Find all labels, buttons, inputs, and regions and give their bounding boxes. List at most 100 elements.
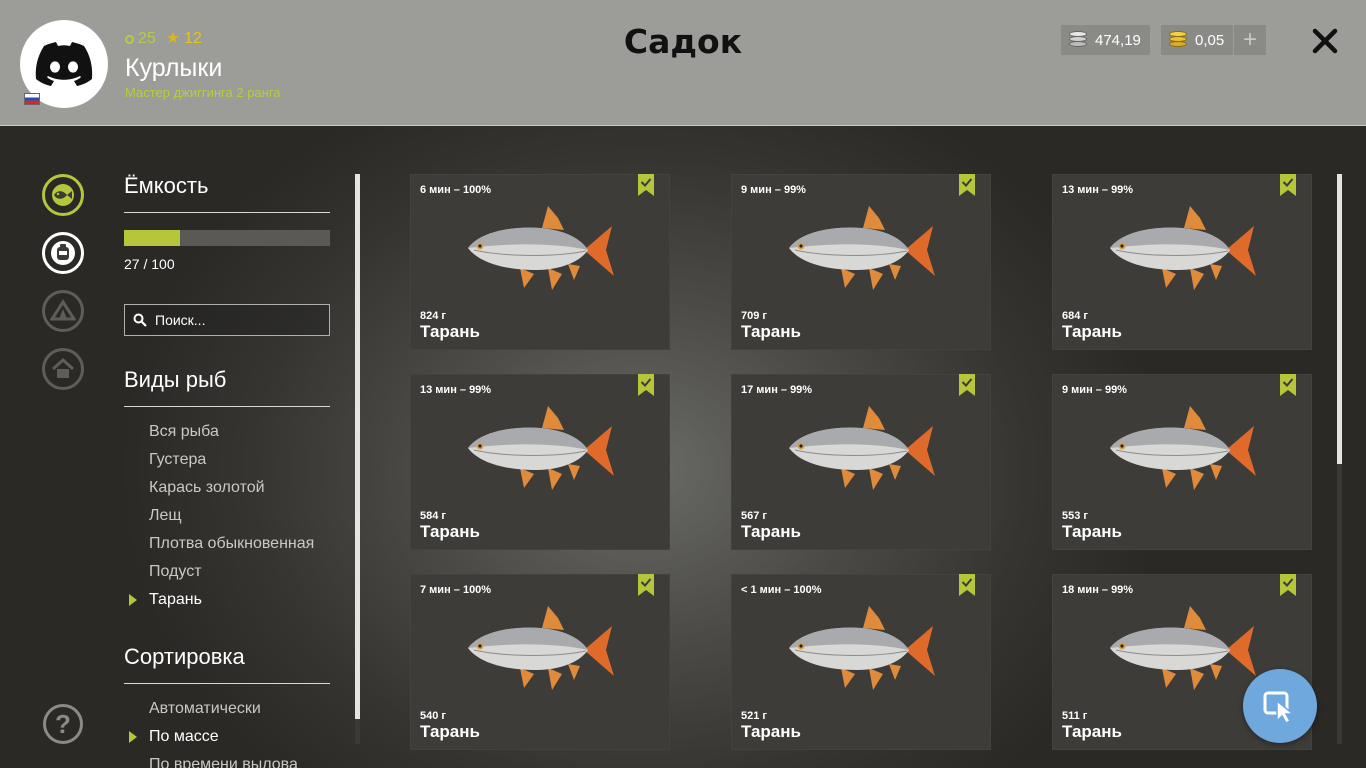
search-icon <box>133 313 147 327</box>
silver-coins-icon <box>1069 31 1087 49</box>
fish-image-icon <box>781 404 941 494</box>
fish-catch-time: 9 мин – 99% <box>1062 384 1127 396</box>
bookmark-check-icon[interactable] <box>959 574 975 596</box>
nav-house-button[interactable] <box>42 348 84 390</box>
nav-backpack-button[interactable] <box>42 232 84 274</box>
add-currency-button[interactable]: + <box>1234 25 1266 55</box>
fish-image-icon <box>1102 204 1262 294</box>
sorting-divider <box>124 683 330 684</box>
fish-name: Тарань <box>1062 522 1122 541</box>
search-box[interactable] <box>124 304 330 336</box>
fish-name: Тарань <box>741 722 801 741</box>
sorting-item[interactable]: По времени вылова <box>149 754 298 768</box>
fish-icon <box>52 184 74 206</box>
fish-name: Тарань <box>420 722 480 741</box>
fish-weight: 511 г <box>1062 710 1088 722</box>
fish-card[interactable]: 13 мин – 99% 684 г Тарань <box>1052 174 1312 350</box>
fish-name: Тарань <box>741 322 801 341</box>
capacity-label: 27 / 100 <box>124 256 175 272</box>
capacity-divider <box>124 212 330 213</box>
fish-card[interactable]: 17 мин – 99% 567 г Тарань <box>731 374 991 550</box>
species-item[interactable]: Лещ <box>149 505 182 527</box>
fish-weight: 684 г <box>1062 310 1088 322</box>
silver-balance: 474,19 <box>1061 25 1150 55</box>
bookmark-check-icon[interactable] <box>638 574 654 596</box>
fish-card[interactable]: < 1 мин – 100% 521 г Тарань <box>731 574 991 750</box>
fish-weight: 584 г <box>420 510 446 522</box>
fish-weight: 709 г <box>741 310 767 322</box>
species-item[interactable]: Вся рыба <box>149 421 219 443</box>
fish-card[interactable]: 9 мин – 99% 553 г Тарань <box>1052 374 1312 550</box>
house-icon <box>51 357 75 378</box>
fish-catch-time: 7 мин – 100% <box>420 584 492 596</box>
fish-name: Тарань <box>741 522 801 541</box>
fish-card[interactable]: 6 мин – 100% 824 г Тарань <box>410 174 670 350</box>
fish-name: Тарань <box>420 322 480 341</box>
search-input[interactable] <box>153 311 327 329</box>
species-divider <box>124 406 330 407</box>
fish-weight: 521 г <box>741 710 767 722</box>
gold-coins-icon <box>1169 31 1187 49</box>
bookmark-check-icon[interactable] <box>1280 174 1296 196</box>
help-icon: ? <box>55 708 71 739</box>
fish-name: Тарань <box>1062 722 1122 741</box>
silver-value: 474,19 <box>1095 31 1141 49</box>
fish-image-icon <box>460 404 620 494</box>
fish-name: Тарань <box>420 522 480 541</box>
fish-image-icon <box>781 204 941 294</box>
fish-catch-time: 13 мин – 99% <box>420 384 492 396</box>
selected-arrow-icon <box>129 731 137 743</box>
capacity-title: Ёмкость <box>124 173 209 198</box>
species-item[interactable]: Подуст <box>149 561 202 583</box>
fish-card[interactable]: 9 мин – 99% 709 г Тарань <box>731 174 991 350</box>
fish-name: Тарань <box>1062 322 1122 341</box>
fish-catch-time: 13 мин – 99% <box>1062 184 1134 196</box>
close-icon <box>1312 28 1338 54</box>
nav-tent-button[interactable] <box>42 290 84 332</box>
fish-image-icon <box>781 604 941 694</box>
fish-weight: 567 г <box>741 510 767 522</box>
bookmark-check-icon[interactable] <box>638 374 654 396</box>
grid-scrollbar-thumb[interactable] <box>1337 174 1342 464</box>
gold-value: 0,05 <box>1195 31 1225 49</box>
fish-catch-time: 17 мин – 99% <box>741 384 813 396</box>
selected-arrow-icon <box>129 594 137 606</box>
cursor-mode-button[interactable] <box>1243 669 1317 743</box>
fish-weight: 540 г <box>420 710 446 722</box>
fish-card[interactable]: 13 мин – 99% 584 г Тарань <box>410 374 670 550</box>
russia-flag-icon <box>24 93 40 105</box>
species-item[interactable]: Карась золотой <box>149 477 265 499</box>
bookmark-check-icon[interactable] <box>638 174 654 196</box>
species-item[interactable]: Тарань <box>149 589 202 611</box>
help-button[interactable]: ? <box>43 704 83 744</box>
fish-image-icon <box>460 604 620 694</box>
gold-balance: 0,05 <box>1161 25 1233 55</box>
sorting-item[interactable]: По массе <box>149 726 219 748</box>
fish-catch-time: 6 мин – 100% <box>420 184 492 196</box>
fish-image-icon <box>460 204 620 294</box>
fish-catch-time: 18 мин – 99% <box>1062 584 1134 596</box>
bookmark-check-icon[interactable] <box>1280 374 1296 396</box>
grid-scrollbar[interactable] <box>1337 174 1342 744</box>
fish-image-icon <box>1102 404 1262 494</box>
filter-scrollbar-thumb[interactable] <box>355 174 360 719</box>
player-rank: Мастер джиггинга 2 ранга <box>125 85 281 100</box>
fish-weight: 553 г <box>1062 510 1088 522</box>
fish-catch-time: 9 мин – 99% <box>741 184 806 196</box>
sorting-item[interactable]: Автоматически <box>149 698 261 720</box>
filter-scrollbar[interactable] <box>355 174 360 744</box>
tent-icon <box>50 299 76 321</box>
backpack-icon <box>51 241 75 265</box>
close-button[interactable] <box>1308 24 1342 58</box>
header-bar: 25 ★ 12 Курлыки Мастер джиггинга 2 ранга… <box>0 0 1366 126</box>
species-item[interactable]: Плотва обыкновенная <box>149 533 314 555</box>
fish-card[interactable]: 7 мин – 100% 540 г Тарань <box>410 574 670 750</box>
nav-fish-button[interactable] <box>42 174 84 216</box>
bookmark-check-icon[interactable] <box>959 174 975 196</box>
sorting-title: Сортировка <box>124 644 245 669</box>
fish-weight: 824 г <box>420 310 446 322</box>
species-item[interactable]: Густера <box>149 449 206 471</box>
capacity-bar <box>124 230 330 246</box>
bookmark-check-icon[interactable] <box>1280 574 1296 596</box>
bookmark-check-icon[interactable] <box>959 374 975 396</box>
